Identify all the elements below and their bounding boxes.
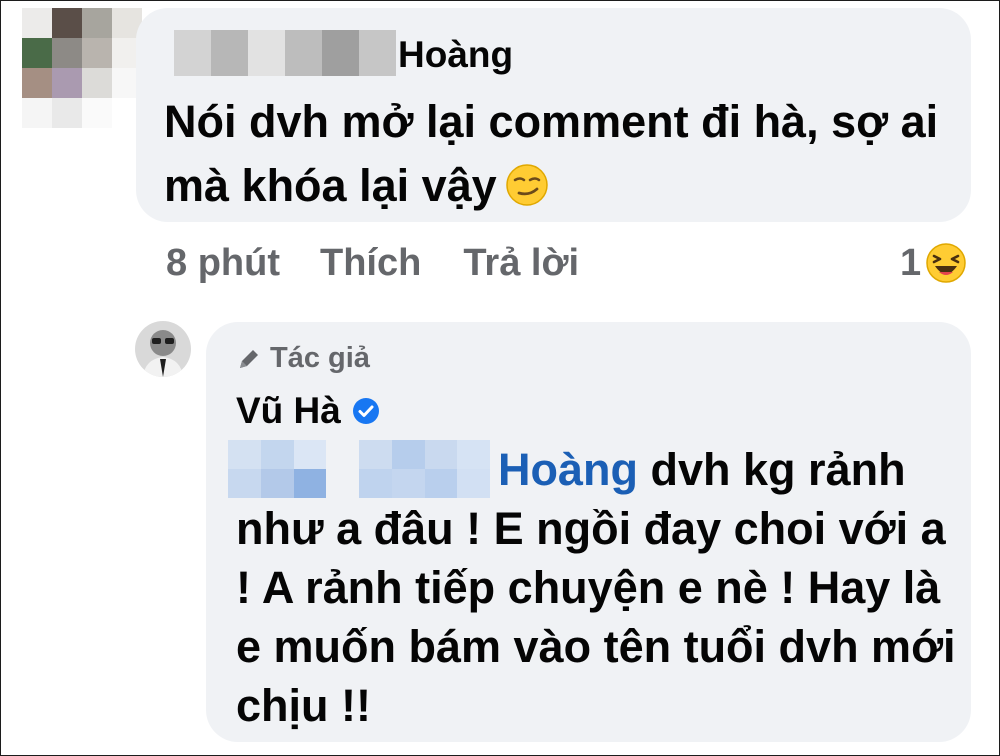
reaction-count: 1 xyxy=(900,241,922,284)
author-badge: Tác giả xyxy=(236,342,370,375)
laughing-emoji-icon xyxy=(926,243,966,283)
reply-button[interactable]: Trả lời xyxy=(463,242,579,285)
reply-bubble: Tác giả Vũ Hà Hoàng dvh kg rảnh như a đâ… xyxy=(206,322,971,742)
comment-bubble: Hoàng Nói dvh mở lại comment đi hà, sợ a… xyxy=(136,8,971,222)
reply-author-avatar[interactable] xyxy=(135,321,191,377)
verified-check-icon xyxy=(352,398,379,424)
like-button[interactable]: Thích xyxy=(320,242,421,285)
commenter-name-blurred[interactable] xyxy=(174,30,396,76)
comment-actions: 8 phút Thích Trả lời xyxy=(166,238,579,288)
commenter-avatar-blurred[interactable] xyxy=(22,8,142,128)
smirk-emoji-icon xyxy=(505,160,549,224)
reply-author-name[interactable]: Vũ Hà xyxy=(236,390,341,432)
comment-text: Nói dvh mở lại comment đi hà, sợ ai mà k… xyxy=(164,90,964,224)
comment-body: Nói dvh mở lại comment đi hà, sợ ai mà k… xyxy=(164,96,939,211)
author-badge-label: Tác giả xyxy=(270,342,370,374)
comment-timestamp[interactable]: 8 phút xyxy=(166,242,280,285)
reaction-summary[interactable]: 1 xyxy=(900,238,967,288)
commenter-name[interactable]: Hoàng xyxy=(398,34,513,76)
mention-link[interactable]: Hoàng xyxy=(498,444,638,495)
reply-author: Vũ Hà xyxy=(236,390,381,432)
pencil-icon xyxy=(240,349,258,368)
reply-text: Hoàng dvh kg rảnh như a đâu ! E ngồi đay… xyxy=(236,440,956,735)
